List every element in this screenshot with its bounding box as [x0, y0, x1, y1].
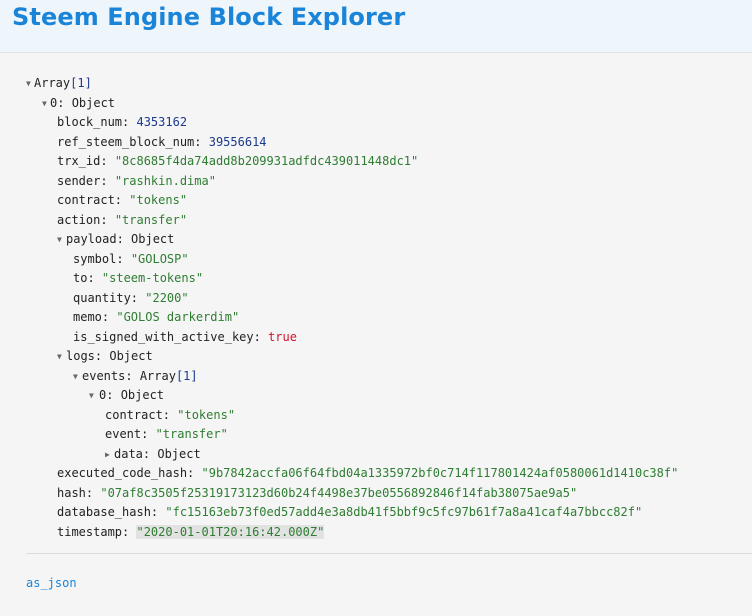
events-count: [1]	[175, 368, 198, 383]
tree-key: memo	[73, 310, 102, 324]
tree-key: logs	[66, 349, 95, 363]
tree-node-events[interactable]: ▼ events: Array[1]	[0, 367, 752, 387]
triangle-down-icon[interactable]: ▼	[26, 74, 31, 94]
tree-key: payload	[66, 232, 117, 246]
tree-value: "GOLOSP"	[130, 251, 189, 266]
tree-field-block-num: block_num: 4353162	[57, 115, 188, 129]
tree-key: trx_id	[57, 154, 101, 168]
tree-type: Object	[71, 95, 116, 110]
tree-value: "2200"	[145, 290, 189, 305]
divider	[26, 553, 752, 554]
tree-value: true	[268, 329, 297, 344]
tree-value: "07af8c3505f25319173123d60b24f4498e37be0…	[100, 485, 578, 500]
tree-value: "rashkin.dima"	[114, 173, 216, 188]
tree-node-root[interactable]: ▼ Array[1]	[0, 74, 752, 94]
tree-field-quantity: quantity: "2200"	[73, 290, 189, 305]
tree-field-contract: contract: "tokens"	[57, 193, 188, 207]
tree-node-event-0[interactable]: ▼ 0: Object	[0, 386, 752, 406]
tree-field-sender: sender: "rashkin.dima"	[57, 173, 216, 188]
tree-key: data	[114, 446, 143, 461]
triangle-down-icon[interactable]: ▼	[57, 230, 62, 250]
tree-key: is_signed_with_active_key	[73, 329, 254, 344]
tree-value: "tokens"	[177, 407, 236, 422]
tree-value: 4353162	[136, 115, 188, 129]
tree-type: Object	[120, 388, 165, 402]
as-json-link[interactable]: as_json	[26, 576, 77, 590]
tree-key: contract	[105, 407, 163, 422]
tree-value: "2020-01-01T20:16:42.000Z"	[136, 524, 325, 539]
tree-key: symbol	[73, 251, 117, 266]
tree-key: timestamp	[57, 524, 123, 539]
tree-key: block_num	[57, 115, 123, 129]
tree-value: "8c8685f4da74add8b209931adfdc439011448dc…	[114, 154, 419, 168]
tree-field-timestamp: timestamp: "2020-01-01T20:16:42.000Z"	[57, 524, 325, 539]
triangle-down-icon[interactable]: ▼	[57, 347, 62, 367]
tree-key: action	[57, 212, 101, 227]
tree-key: database_hash	[57, 505, 151, 519]
tree-value: "GOLOS darkerdim"	[116, 310, 240, 324]
tree-value: "9b7842accfa06f64fbd04a1335972bf0c714f11…	[201, 466, 679, 480]
triangle-down-icon[interactable]: ▼	[89, 386, 94, 406]
tree-node-item-0[interactable]: ▼ 0: Object	[0, 94, 752, 114]
tree-key: executed_code_hash	[57, 466, 188, 480]
triangle-down-icon[interactable]: ▼	[73, 367, 78, 387]
tree-node-logs[interactable]: ▼ logs: Object	[0, 347, 752, 367]
tree-key: quantity	[73, 290, 131, 305]
tree-key: to	[73, 271, 88, 285]
tree-value: "tokens"	[129, 193, 188, 207]
tree-value: "fc15163eb73f0ed57add4e3a8db41f5bbf9c5fc…	[165, 505, 643, 519]
triangle-right-icon[interactable]: ▶	[105, 445, 110, 465]
tree-field-is-signed: is_signed_with_active_key: true	[73, 329, 297, 344]
root-count: [1]	[70, 76, 92, 90]
tree-node-payload[interactable]: ▼ payload: Object	[0, 230, 752, 250]
json-tree: ▼ Array[1] ▼ 0: Object block_num: 435316…	[0, 74, 752, 542]
tree-field-database-hash: database_hash: "fc15163eb73f0ed57add4e3a…	[57, 505, 643, 519]
tree-field-to: to: "steem-tokens"	[73, 271, 204, 285]
tree-node-event-data[interactable]: ▶ data: Object	[0, 445, 752, 465]
tree-field-executed-code-hash: executed_code_hash: "9b7842accfa06f64fbd…	[57, 466, 679, 480]
tree-key: events	[82, 368, 126, 383]
tree-key: contract	[57, 193, 115, 207]
tree-field-event-event: event: "transfer"	[105, 427, 228, 441]
tree-field-memo: memo: "GOLOS darkerdim"	[73, 310, 240, 324]
tree-type: Object	[157, 446, 201, 461]
tree-key: ref_steem_block_num	[57, 134, 195, 149]
tree-field-trx-id: trx_id: "8c8685f4da74add8b209931adfdc439…	[57, 154, 419, 168]
tree-field-symbol: symbol: "GOLOSP"	[73, 251, 189, 266]
tree-value: "transfer"	[114, 212, 188, 227]
tree-field-hash: hash: "07af8c3505f25319173123d60b24f4498…	[57, 485, 578, 500]
tree-value: 39556614	[208, 134, 267, 149]
root-type: Array	[34, 76, 71, 90]
tree-key: sender	[57, 173, 101, 188]
tree-value: "steem-tokens"	[101, 271, 204, 285]
tree-value: "transfer"	[155, 427, 228, 441]
page-title: Steem Engine Block Explorer	[12, 3, 406, 31]
tree-key: 0	[99, 388, 107, 402]
tree-field-action: action: "transfer"	[57, 212, 188, 227]
tree-key: event	[105, 427, 142, 441]
tree-field-event-contract: contract: "tokens"	[105, 407, 236, 422]
triangle-down-icon[interactable]: ▼	[42, 94, 47, 114]
tree-key: hash	[57, 485, 86, 500]
tree-key: 0	[50, 95, 58, 110]
tree-type: Array	[139, 368, 176, 383]
tree-type: Object	[109, 349, 153, 363]
tree-type: Object	[131, 232, 175, 246]
tree-field-ref-steem-block-num: ref_steem_block_num: 39556614	[57, 134, 267, 149]
page-header: Steem Engine Block Explorer	[0, 0, 752, 53]
